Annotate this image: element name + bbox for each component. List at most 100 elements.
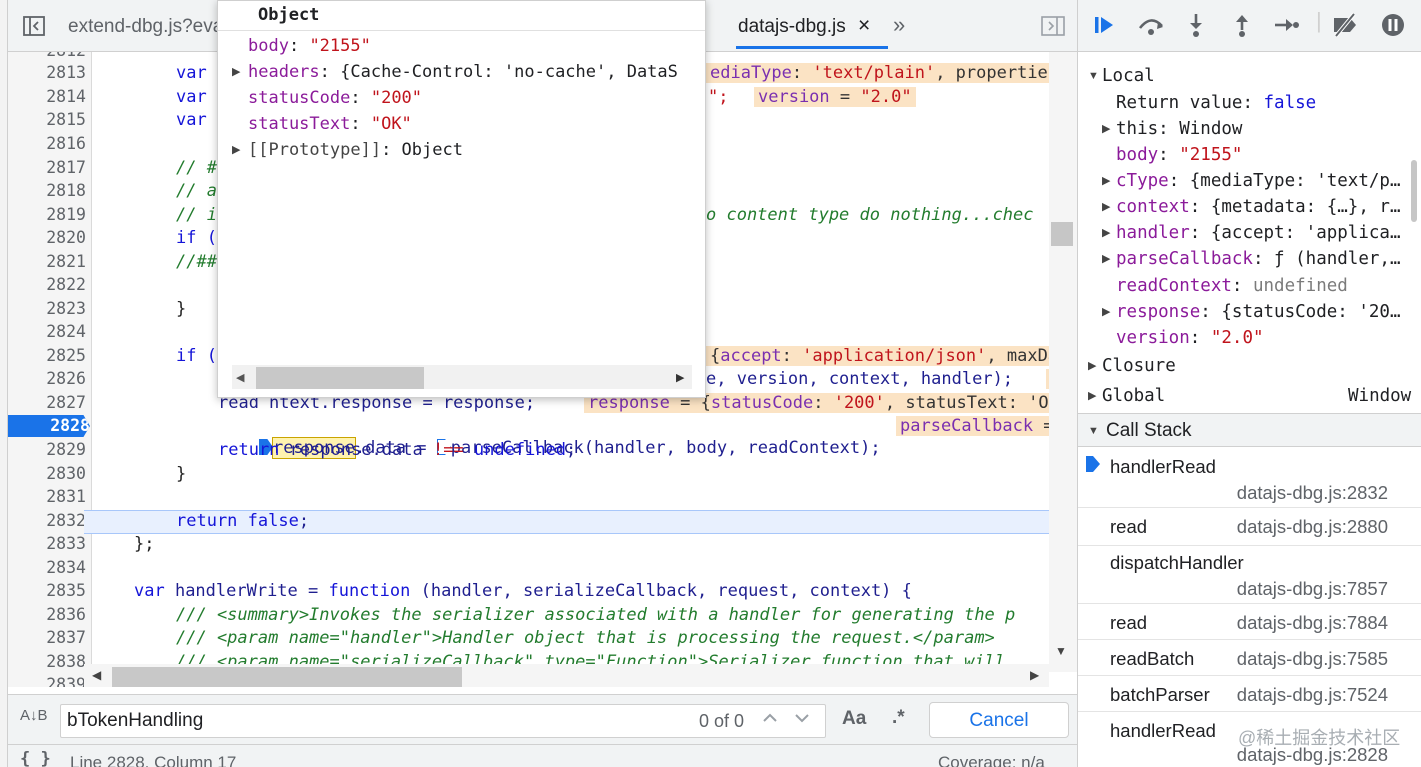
scope-variable[interactable]: body: "2155" (1116, 142, 1242, 168)
object-preview-popover[interactable]: Object body: "2155" ▶ headers: {Cache-Co… (217, 0, 706, 398)
scope-variable[interactable]: this: Window (1116, 116, 1242, 142)
line-number[interactable]: 2837 (8, 627, 86, 649)
editor-vertical-scroll-thumb[interactable] (1051, 222, 1073, 246)
search-input[interactable]: bTokenHandling 0 of 0 (60, 704, 826, 738)
step-over-icon[interactable] (1136, 12, 1166, 44)
collapse-triangle-icon[interactable]: ▼ (1088, 70, 1099, 82)
step-into-icon[interactable] (1186, 12, 1206, 44)
scope-variable[interactable]: cType: {mediaType: 'text/p… (1116, 168, 1400, 194)
line-number[interactable]: 2839 (8, 674, 86, 687)
tab-datajs-dbg[interactable]: datajs-dbg.js (738, 16, 846, 38)
call-frame[interactable]: batchParser datajs-dbg.js:7524 (1078, 676, 1421, 712)
call-frame-location[interactable]: datajs-dbg.js:2832 (1237, 482, 1388, 504)
scope-variable[interactable]: response: {statusCode: '20… (1116, 299, 1401, 325)
call-frame[interactable]: readBatch datajs-dbg.js:7585 (1078, 640, 1421, 676)
expand-triangle-icon[interactable]: ▶ (1102, 200, 1110, 213)
line-number[interactable]: 2822 (8, 274, 86, 296)
line-number[interactable]: 2815 (8, 109, 86, 131)
line-number[interactable]: 2829 (8, 439, 86, 461)
line-number[interactable]: 2824 (8, 321, 86, 343)
popover-property[interactable]: statusCode: "200" (248, 85, 422, 111)
line-number[interactable]: 2833 (8, 533, 86, 555)
line-number[interactable]: 2836 (8, 604, 86, 626)
line-number[interactable]: 2821 (8, 251, 86, 273)
scroll-right-icon[interactable]: ▶ (676, 371, 684, 384)
expand-triangle-icon[interactable]: ▶ (1102, 305, 1110, 318)
line-number[interactable]: 2813 (8, 62, 86, 84)
resume-icon[interactable] (1092, 12, 1118, 44)
cancel-button[interactable]: Cancel (929, 702, 1069, 738)
more-tabs-icon[interactable]: » (893, 12, 905, 38)
popover-property[interactable]: body: "2155" (248, 33, 371, 59)
scope-variable[interactable]: context: {metadata: {…}, r… (1116, 194, 1401, 220)
line-number-gutter[interactable]: 2812 2813 2814 2815 2816 2817 2818 2819 … (8, 52, 92, 687)
popover-scroll-thumb[interactable] (256, 367, 424, 389)
call-frame[interactable]: read datajs-dbg.js:7884 (1078, 604, 1421, 640)
collapse-triangle-icon[interactable]: ▼ (1088, 425, 1099, 437)
scope-variable[interactable]: readContext: undefined (1116, 273, 1348, 299)
line-number[interactable]: 2838 (8, 651, 86, 673)
line-number[interactable]: 2818 (8, 180, 86, 202)
call-stack-header[interactable]: ▼ Call Stack (1078, 413, 1421, 447)
scope-variable[interactable]: handler: {accept: 'applica… (1116, 220, 1401, 246)
scroll-down-icon[interactable]: ▼ (1055, 644, 1067, 658)
call-frame-location[interactable]: datajs-dbg.js:7585 (1237, 648, 1388, 670)
call-frame[interactable]: handlerRead datajs-dbg.js:2832 (1078, 448, 1421, 508)
line-number[interactable]: 2812 (8, 52, 86, 62)
pause-exceptions-icon[interactable] (1380, 12, 1406, 44)
scroll-left-icon[interactable]: ◀ (92, 668, 101, 682)
scope-variable[interactable]: parseCallback: ƒ (handler,… (1116, 246, 1400, 272)
line-number[interactable]: 2819 (8, 204, 86, 226)
breakpoint-line-number[interactable]: 2828 (8, 415, 90, 437)
call-frame-location[interactable]: datajs-dbg.js:2880 (1237, 516, 1388, 538)
expand-triangle-icon[interactable]: ▶ (1102, 174, 1110, 187)
expand-triangle-icon[interactable]: ▶ (1102, 252, 1110, 265)
editor-horizontal-scroll-thumb[interactable] (112, 667, 462, 687)
expand-triangle-icon[interactable]: ▶ (232, 143, 240, 156)
match-case-button[interactable]: Aa (842, 708, 866, 730)
popover-property[interactable]: [[Prototype]]: Object (248, 137, 463, 163)
line-number[interactable]: 2825 (8, 345, 86, 367)
line-number[interactable]: 2817 (8, 157, 86, 179)
search-input-value[interactable]: bTokenHandling (67, 710, 203, 732)
tab-extend-dbg[interactable]: extend-dbg.js?eval (68, 16, 228, 38)
expand-triangle-icon[interactable]: ▶ (1088, 359, 1096, 372)
call-frame-location[interactable]: datajs-dbg.js:7884 (1237, 612, 1388, 634)
popover-property[interactable]: headers: {Cache-Control: 'no-cache', Dat… (248, 59, 678, 85)
scroll-left-icon[interactable]: ◀ (236, 371, 244, 384)
call-frame-location[interactable]: datajs-dbg.js:7524 (1237, 684, 1388, 706)
scroll-right-icon[interactable]: ▶ (1030, 668, 1039, 682)
line-number[interactable]: 2820 (8, 227, 86, 249)
expand-triangle-icon[interactable]: ▶ (232, 65, 240, 78)
coverage-status[interactable]: Coverage: n/a (938, 753, 1045, 767)
line-number[interactable]: 2831 (8, 486, 86, 508)
replace-toggle-icon[interactable]: A↓B (20, 707, 48, 724)
chevron-down-icon[interactable] (793, 709, 811, 732)
deactivate-breakpoints-icon[interactable] (1330, 12, 1360, 44)
scope-scroll-thumb[interactable] (1411, 160, 1417, 222)
chevron-up-icon[interactable] (761, 709, 779, 732)
scope-variable[interactable]: Return value: false (1116, 90, 1316, 116)
popover-property[interactable]: statusText: "OK" (248, 111, 412, 137)
line-number[interactable]: 2826 (8, 368, 86, 390)
pretty-print-button[interactable]: { } (20, 749, 51, 767)
step-icon[interactable] (1272, 12, 1300, 44)
scope-local-header[interactable]: Local (1102, 63, 1155, 89)
close-icon[interactable]: × (858, 14, 870, 38)
toggle-navigator-icon[interactable] (22, 14, 46, 44)
expand-triangle-icon[interactable]: ▶ (1088, 389, 1096, 402)
editor-vertical-scrollbar[interactable] (1049, 52, 1077, 672)
line-number[interactable]: 2832 (8, 510, 86, 532)
scope-global-header[interactable]: Global (1102, 383, 1165, 409)
call-frame[interactable]: read datajs-dbg.js:2880 (1078, 508, 1421, 546)
expand-triangle-icon[interactable]: ▶ (1102, 122, 1110, 135)
regex-button[interactable]: .* (892, 707, 905, 729)
expand-triangle-icon[interactable]: ▶ (1102, 226, 1110, 239)
call-frame-location[interactable]: datajs-dbg.js:7857 (1237, 578, 1388, 600)
toggle-debugger-icon[interactable] (1040, 14, 1066, 44)
line-number[interactable]: 2827 (8, 392, 86, 414)
line-number[interactable]: 2830 (8, 463, 86, 485)
line-number[interactable]: 2823 (8, 298, 86, 320)
call-frame[interactable]: dispatchHandler datajs-dbg.js:7857 (1078, 546, 1421, 604)
line-number[interactable]: 2834 (8, 557, 86, 579)
